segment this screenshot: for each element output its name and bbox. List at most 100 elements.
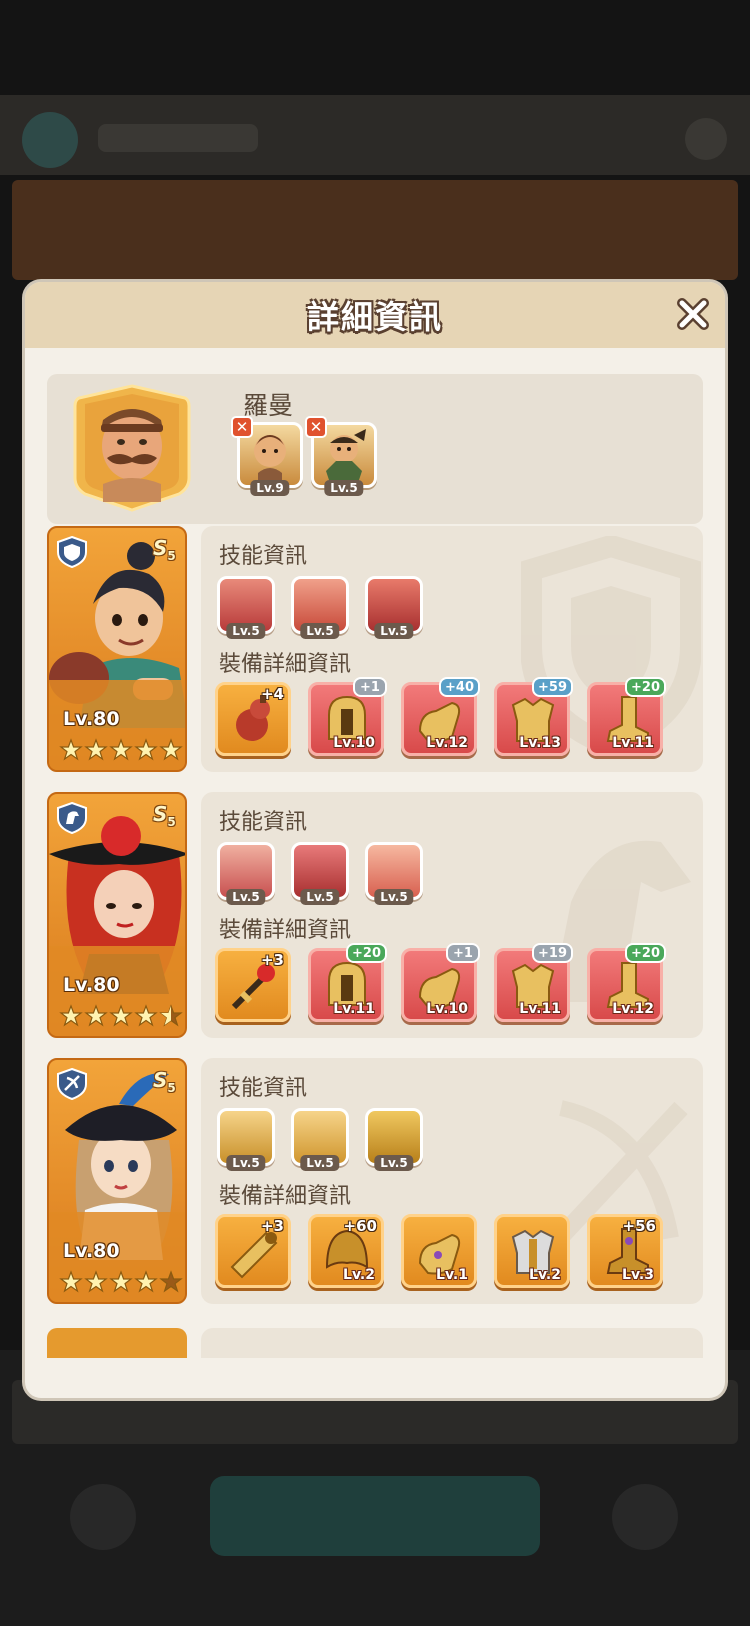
- modal-header: 詳細資訊: [25, 282, 725, 348]
- equipment-slot-3[interactable]: +40 Lv.12: [401, 677, 480, 756]
- thumb-skill-icon[interactable]: Lv.5: [291, 1108, 349, 1171]
- equipment-level: Lv.2: [343, 1267, 375, 1283]
- horse-class-icon: [57, 802, 87, 834]
- skill-level: Lv.5: [300, 1155, 340, 1171]
- equipment-slot-4[interactable]: +19 Lv.11: [494, 943, 573, 1022]
- background-left-button: [70, 1484, 136, 1550]
- equipment-slot-5[interactable]: +20 Lv.12: [587, 943, 666, 1022]
- equipment-level: Lv.11: [519, 1001, 561, 1017]
- equipment-plus: +40: [439, 677, 480, 697]
- skill-level: Lv.5: [226, 1155, 266, 1171]
- close-button[interactable]: [673, 294, 713, 334]
- star-icon: [134, 738, 158, 761]
- equipment-slot-4[interactable]: Lv.2: [494, 1214, 570, 1288]
- skill-level: Lv.5: [300, 889, 340, 905]
- equipment-level: Lv.2: [529, 1267, 561, 1283]
- equipment-level: Lv.12: [612, 1001, 654, 1017]
- equipment-plus: +59: [532, 677, 573, 697]
- skills-label: 技能資訊: [219, 810, 308, 835]
- background-settings-icon: [685, 118, 727, 160]
- pet-slot-2[interactable]: ✕ Lv.5: [305, 416, 377, 496]
- equipment-slot-3[interactable]: +1 Lv.10: [401, 943, 480, 1022]
- skill-level: Lv.5: [226, 623, 266, 639]
- equipment-plus: +20: [625, 677, 666, 697]
- star-icon: [134, 1270, 158, 1293]
- background-right-button: [612, 1484, 678, 1550]
- equipment-plus: +60: [343, 1217, 377, 1235]
- equipment-slot-5[interactable]: +56 Lv.3: [587, 1214, 663, 1288]
- pet-level: Lv.5: [324, 480, 364, 496]
- hero-card[interactable]: S5 Lv.80: [47, 526, 187, 772]
- star-icon: [109, 1004, 133, 1027]
- disabled-x-icon: ✕: [305, 416, 327, 438]
- equipment-plus: +56: [622, 1217, 656, 1235]
- equipment-slot-5[interactable]: +20 Lv.11: [587, 677, 666, 756]
- star-icon: [84, 1004, 108, 1027]
- equipment-level: Lv.12: [426, 735, 468, 751]
- equipment-level: Lv.3: [622, 1267, 654, 1283]
- cry-skill-icon[interactable]: Lv.5: [365, 842, 423, 905]
- hero-row-2: S5 Lv.80 技能資訊 Lv.5 Lv.5 Lv.5 裝備詳細資訊 +3 +…: [47, 792, 703, 1038]
- half-star-icon: [159, 1004, 183, 1027]
- equipment-slot-1[interactable]: +3: [215, 1214, 291, 1288]
- pet-level: Lv.9: [250, 480, 290, 496]
- equipment-slot-2[interactable]: +1 Lv.10: [308, 677, 387, 756]
- hero-row-4-partial: [47, 1328, 703, 1358]
- equipment-slot-4[interactable]: +59 Lv.13: [494, 677, 573, 756]
- equipment-plus: +1: [353, 677, 387, 697]
- equipment-plus: +19: [532, 943, 573, 963]
- strike-skill-icon[interactable]: Lv.5: [365, 576, 423, 639]
- star-icon: [159, 738, 183, 761]
- grade-badge: S5: [153, 802, 176, 829]
- star-icon: [59, 1270, 83, 1293]
- disabled-x-icon: ✕: [231, 416, 253, 438]
- equipment-slot-2[interactable]: +60 Lv.2: [308, 1214, 384, 1288]
- equipment-plus: +20: [346, 943, 387, 963]
- equipment-plus: +1: [446, 943, 480, 963]
- star-icon: [134, 1004, 158, 1027]
- hero-card[interactable]: S5 Lv.80: [47, 792, 187, 1038]
- crossbow-class-icon: [57, 1068, 87, 1100]
- player-avatar[interactable]: [73, 384, 191, 512]
- hero-info-panel: 技能資訊 Lv.5 Lv.5 Lv.5 裝備詳細資訊 +3: [201, 1058, 703, 1304]
- star-rating: [59, 738, 183, 762]
- equipment-plus: +20: [625, 943, 666, 963]
- rage-skill-icon[interactable]: Lv.5: [291, 576, 349, 639]
- background-avatar: [22, 112, 78, 168]
- skill-level: Lv.5: [374, 889, 414, 905]
- hero-card[interactable]: S5 Lv.80: [47, 1058, 187, 1304]
- hero-card[interactable]: [47, 1328, 187, 1358]
- skill-level: Lv.5: [374, 1155, 414, 1171]
- grade-badge: S5: [153, 536, 176, 563]
- background-banner: [12, 180, 738, 280]
- rose-skill-icon[interactable]: Lv.5: [291, 842, 349, 905]
- gold-skill-icon[interactable]: Lv.5: [365, 1108, 423, 1171]
- background-title: [98, 124, 258, 152]
- hero-row-3: S5 Lv.80 技能資訊 Lv.5 Lv.5 Lv.5 裝備詳細資訊 +3 +…: [47, 1058, 703, 1304]
- punch-skill-icon[interactable]: Lv.5: [217, 576, 275, 639]
- equipment-label: 裝備詳細資訊: [219, 1184, 352, 1209]
- background-main-button: [210, 1476, 540, 1556]
- star-icon: [59, 1004, 83, 1027]
- pet-slot-1[interactable]: ✕ Lv.9: [231, 416, 303, 496]
- empty-star-icon: [159, 1270, 183, 1293]
- hero-level: Lv.80: [63, 1240, 120, 1262]
- star-icon: [84, 1270, 108, 1293]
- equipment-slot-1[interactable]: +4: [215, 682, 291, 756]
- skill-level: Lv.5: [226, 889, 266, 905]
- equipment-plus: +4: [260, 685, 284, 703]
- close-icon: [677, 298, 709, 330]
- equipment-level: Lv.11: [612, 735, 654, 751]
- star-rating: [59, 1270, 183, 1294]
- equipment-slot-3[interactable]: Lv.1: [401, 1214, 477, 1288]
- hero-info-panel: [201, 1328, 703, 1358]
- star-icon: [109, 1270, 133, 1293]
- equipment-slot-1[interactable]: +3: [215, 948, 291, 1022]
- star-icon: [59, 738, 83, 761]
- coin-skill-icon[interactable]: Lv.5: [217, 1108, 275, 1171]
- cross-skill-icon[interactable]: Lv.5: [217, 842, 275, 905]
- equipment-label: 裝備詳細資訊: [219, 918, 352, 943]
- equipment-plus: +3: [260, 951, 284, 969]
- equipment-slot-2[interactable]: +20 Lv.11: [308, 943, 387, 1022]
- skill-level: Lv.5: [300, 623, 340, 639]
